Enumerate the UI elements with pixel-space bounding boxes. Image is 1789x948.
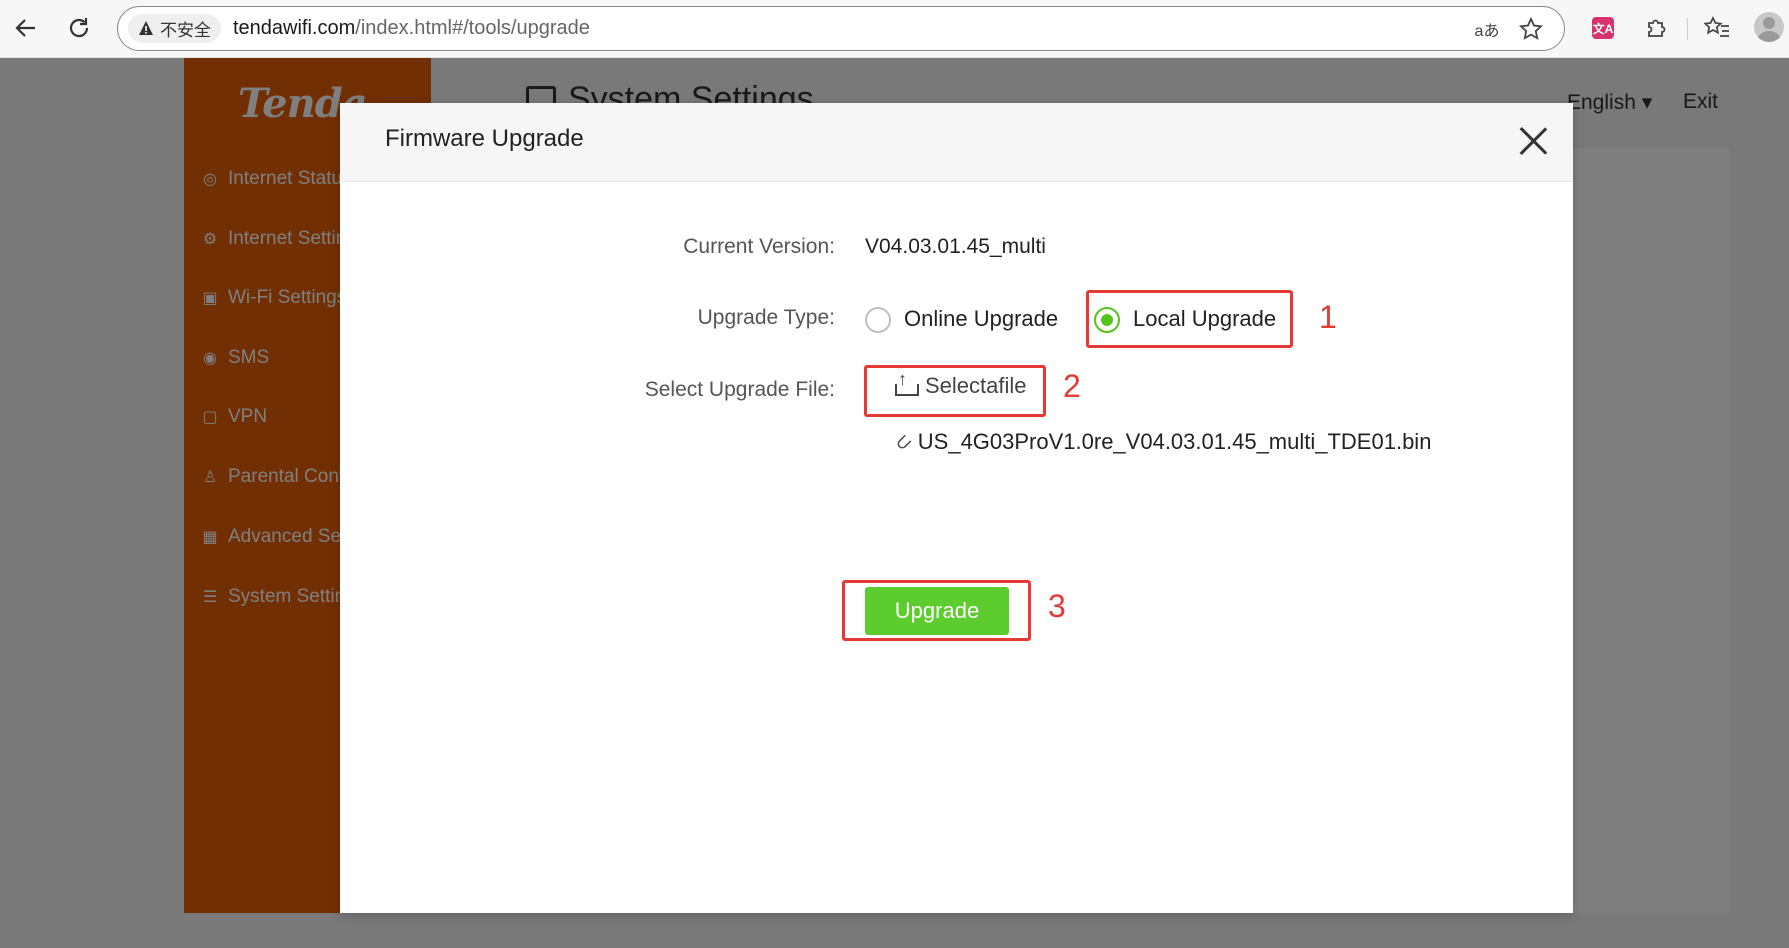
- current-version-value: V04.03.01.45_multi: [865, 235, 1046, 258]
- annotation-box-2: [864, 365, 1046, 417]
- close-icon[interactable]: [1515, 123, 1551, 159]
- address-bar[interactable]: 不安全 tendawifi.com/index.html#/tools/upgr…: [117, 6, 1565, 51]
- paperclip-icon: ⊂: [890, 428, 918, 457]
- annotation-box-3: [842, 580, 1031, 641]
- favorite-star-icon[interactable]: [1517, 15, 1545, 43]
- online-upgrade-label[interactable]: Online Upgrade: [904, 306, 1058, 332]
- selected-file: ⊂ US_4G03ProV1.0re_V04.03.01.45_multi_TD…: [890, 428, 1432, 457]
- annotation-number-2: 2: [1063, 368, 1081, 404]
- back-arrow-icon[interactable]: [8, 10, 44, 46]
- dialog-header: Firmware Upgrade: [340, 103, 1573, 182]
- upgrade-type-label: Upgrade Type:: [697, 306, 835, 329]
- url-text[interactable]: tendawifi.com/index.html#/tools/upgrade: [233, 7, 590, 49]
- favorites-list-icon[interactable]: [1701, 12, 1733, 44]
- reload-icon[interactable]: [61, 10, 97, 46]
- current-version-label: Current Version:: [683, 235, 835, 258]
- url-path: /index.html#/tools/upgrade: [355, 17, 590, 39]
- annotation-number-1: 1: [1319, 299, 1337, 335]
- dialog-title: Firmware Upgrade: [385, 125, 584, 152]
- annotation-box-1: [1086, 290, 1293, 348]
- annotation-number-3: 3: [1048, 588, 1066, 624]
- url-host: tendawifi.com: [233, 17, 356, 39]
- select-file-label: Select Upgrade File:: [644, 378, 835, 401]
- profile-avatar-icon[interactable]: [1753, 11, 1785, 43]
- security-label: 不安全: [160, 21, 211, 41]
- extensions-puzzle-icon[interactable]: [1641, 12, 1673, 44]
- read-aloud-icon[interactable]: aあ: [1473, 15, 1501, 43]
- toolbar-separator: [1687, 18, 1688, 40]
- translate-extension-icon[interactable]: 文A: [1587, 12, 1619, 44]
- warning-icon: [139, 21, 153, 35]
- security-indicator[interactable]: 不安全: [128, 14, 221, 43]
- firmware-upgrade-dialog: Firmware Upgrade Current Version: V04.03…: [340, 103, 1573, 913]
- browser-toolbar: 不安全 tendawifi.com/index.html#/tools/upgr…: [0, 0, 1789, 58]
- online-upgrade-radio[interactable]: [865, 307, 891, 333]
